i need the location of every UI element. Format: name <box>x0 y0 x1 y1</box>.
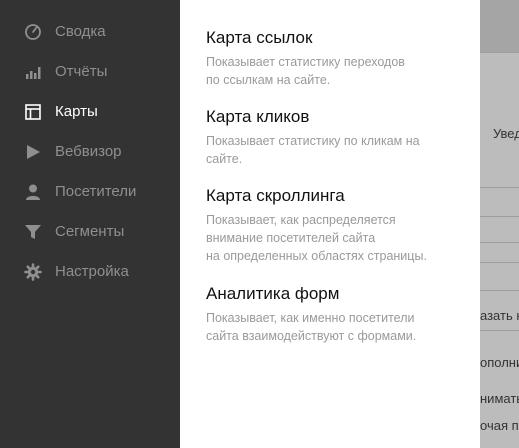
menu-item-title: Аналитика форм <box>206 284 340 303</box>
background-page-overlay: Увед азать к ополни нимать очая по <box>480 0 519 448</box>
background-text: нимать <box>480 391 519 406</box>
sidebar-item-label: Отчёты <box>55 63 108 80</box>
menu-item-description: Показывает статистику переходов по ссылка… <box>206 53 466 89</box>
filter-icon <box>24 223 42 241</box>
background-text: Увед <box>493 126 519 141</box>
sidebar-item-webvisor[interactable]: Вебвизор <box>0 132 180 172</box>
background-text: ополни <box>480 355 519 370</box>
menu-item-description: Показывает, как именно посетители сайта в… <box>206 309 466 345</box>
gear-icon <box>24 263 42 281</box>
menu-item-description: Показывает, как распределяется внимание п… <box>206 211 466 265</box>
maps-submenu: Карта ссылок Показывает статистику перех… <box>180 0 480 448</box>
user-icon <box>24 183 42 201</box>
description-text: Показывает, как распределяется внимание п… <box>206 213 427 263</box>
sidebar-item-label: Сводка <box>55 23 106 40</box>
menu-item-form-analytics[interactable]: Аналитика форм Показывает, как именно по… <box>206 284 466 345</box>
description-text: Показывает, как именно посетители сайта в… <box>206 311 417 343</box>
sidebar-item-reports[interactable]: Отчёты <box>0 52 180 92</box>
background-header <box>480 0 519 52</box>
divider <box>480 52 519 53</box>
background-text: очая по <box>480 418 519 433</box>
map-layout-icon <box>24 103 42 121</box>
description-text: Показывает статистику по кликам на сайте. <box>206 134 420 166</box>
sidebar-item-label: Вебвизор <box>55 143 122 160</box>
description-text: Показывает статистику переходов по ссылка… <box>206 55 405 87</box>
background-text: азать к <box>480 308 519 323</box>
divider <box>480 290 519 291</box>
sidebar-item-visitors[interactable]: Посетители <box>0 172 180 212</box>
sidebar-item-label: Посетители <box>55 183 137 200</box>
bar-chart-icon <box>24 63 42 81</box>
divider <box>480 262 519 263</box>
sidebar-item-label: Настройка <box>55 263 129 280</box>
gauge-icon <box>24 23 42 41</box>
menu-item-link-map[interactable]: Карта ссылок Показывает статистику перех… <box>206 28 466 89</box>
menu-item-title: Карта кликов <box>206 107 310 126</box>
play-icon <box>24 143 42 161</box>
menu-item-description: Показывает статистику по кликам на сайте. <box>206 132 466 168</box>
divider <box>480 216 519 217</box>
sidebar-item-maps[interactable]: Карты <box>0 92 180 132</box>
menu-item-scroll-map[interactable]: Карта скроллинга Показывает, как распред… <box>206 186 466 265</box>
menu-item-title: Карта ссылок <box>206 28 313 47</box>
divider <box>480 330 519 331</box>
divider <box>480 187 519 188</box>
sidebar-item-settings[interactable]: Настройка <box>0 252 180 292</box>
sidebar: Сводка Отчёты Карты Вебвизор Посетители … <box>0 0 180 448</box>
menu-item-click-map[interactable]: Карта кликов Показывает статистику по кл… <box>206 107 466 168</box>
sidebar-item-summary[interactable]: Сводка <box>0 12 180 52</box>
menu-item-title: Карта скроллинга <box>206 186 345 205</box>
sidebar-item-label: Карты <box>55 103 98 120</box>
sidebar-item-label: Сегменты <box>55 223 125 240</box>
sidebar-item-segments[interactable]: Сегменты <box>0 212 180 252</box>
divider <box>480 242 519 243</box>
